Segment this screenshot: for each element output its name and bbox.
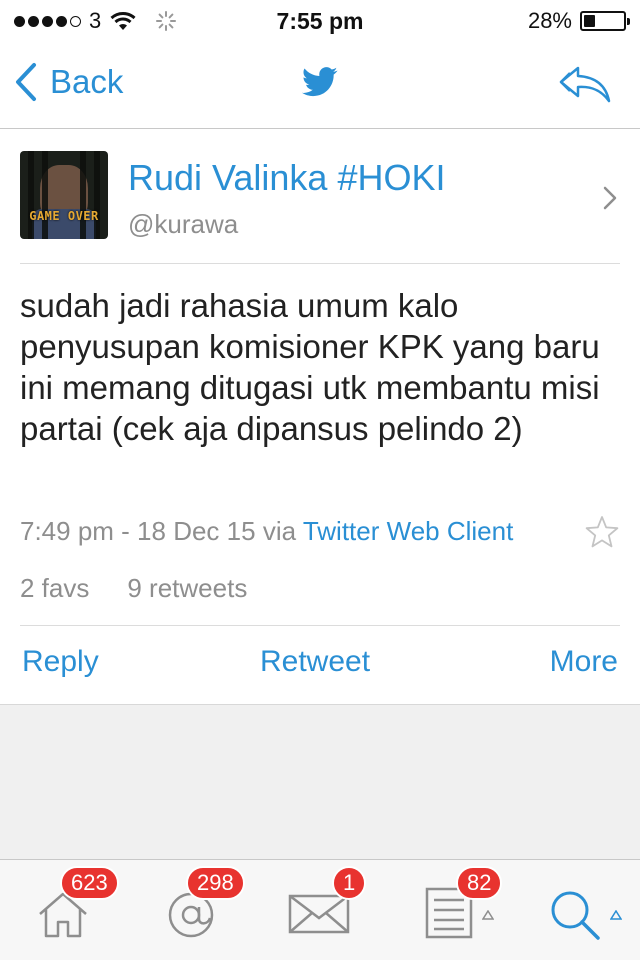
favorite-star-icon[interactable] [584, 514, 620, 550]
twitter-bird-icon [302, 67, 338, 97]
triangle-indicator-icon [482, 910, 494, 920]
back-label: Back [50, 63, 124, 100]
tab-home[interactable]: 623 [0, 860, 128, 960]
badge-messages: 1 [332, 866, 367, 900]
navigation-bar: Back [0, 40, 640, 129]
tab-search[interactable] [512, 860, 640, 960]
reply-all-icon[interactable] [558, 64, 612, 104]
via-label: via [262, 516, 297, 546]
badge-home: 623 [60, 866, 119, 900]
chevron-right-icon[interactable] [602, 185, 618, 211]
more-button[interactable]: More [550, 645, 618, 679]
tweet-timestamp: 7:49 pm - 18 Dec 15 [20, 516, 256, 546]
status-bar: 3 7:55 pm 28% [0, 0, 640, 40]
back-chevron-icon [16, 63, 36, 101]
tab-lists[interactable]: 82 [384, 860, 512, 960]
tweet-actions: Reply Retweet More [0, 645, 640, 685]
battery-fill [584, 15, 595, 27]
tweet-stats: 2 favs 9 retweets [20, 573, 247, 604]
avatar[interactable]: GAME OVER [20, 151, 108, 239]
retweets-count[interactable]: 9 retweets [127, 573, 247, 604]
tab-messages[interactable]: 1 [256, 860, 384, 960]
back-button[interactable]: Back [14, 62, 123, 102]
reply-button[interactable]: Reply [22, 645, 99, 679]
tweet-text: sudah jadi rahasia umum kalo penyusupan … [20, 287, 600, 447]
battery-icon [580, 11, 630, 31]
divider [20, 263, 620, 264]
tab-bar: 623 298 1 82 [0, 859, 640, 960]
avatar-caption: GAME OVER [29, 209, 99, 223]
badge-lists: 82 [456, 866, 503, 900]
triangle-indicator-icon [610, 910, 622, 920]
retweet-button[interactable]: Retweet [260, 645, 370, 679]
favs-count[interactable]: 2 favs [20, 573, 89, 604]
tweet-meta: 7:49 pm - 18 Dec 15 via Twitter Web Clie… [20, 516, 513, 547]
messages-icon [288, 894, 350, 934]
tweet-card: GAME OVER Rudi Valinka #HOKI @kurawa sud… [0, 129, 640, 705]
battery-percent: 28% [527, 8, 572, 33]
user-handle: @kurawa [128, 209, 239, 239]
status-right: 28% [527, 8, 630, 34]
search-icon [551, 891, 600, 940]
badge-mentions: 298 [186, 866, 245, 900]
tab-mentions[interactable]: 298 [128, 860, 256, 960]
divider [20, 625, 620, 626]
user-name[interactable]: Rudi Valinka #HOKI [128, 157, 445, 199]
client-link[interactable]: Twitter Web Client [303, 516, 513, 546]
